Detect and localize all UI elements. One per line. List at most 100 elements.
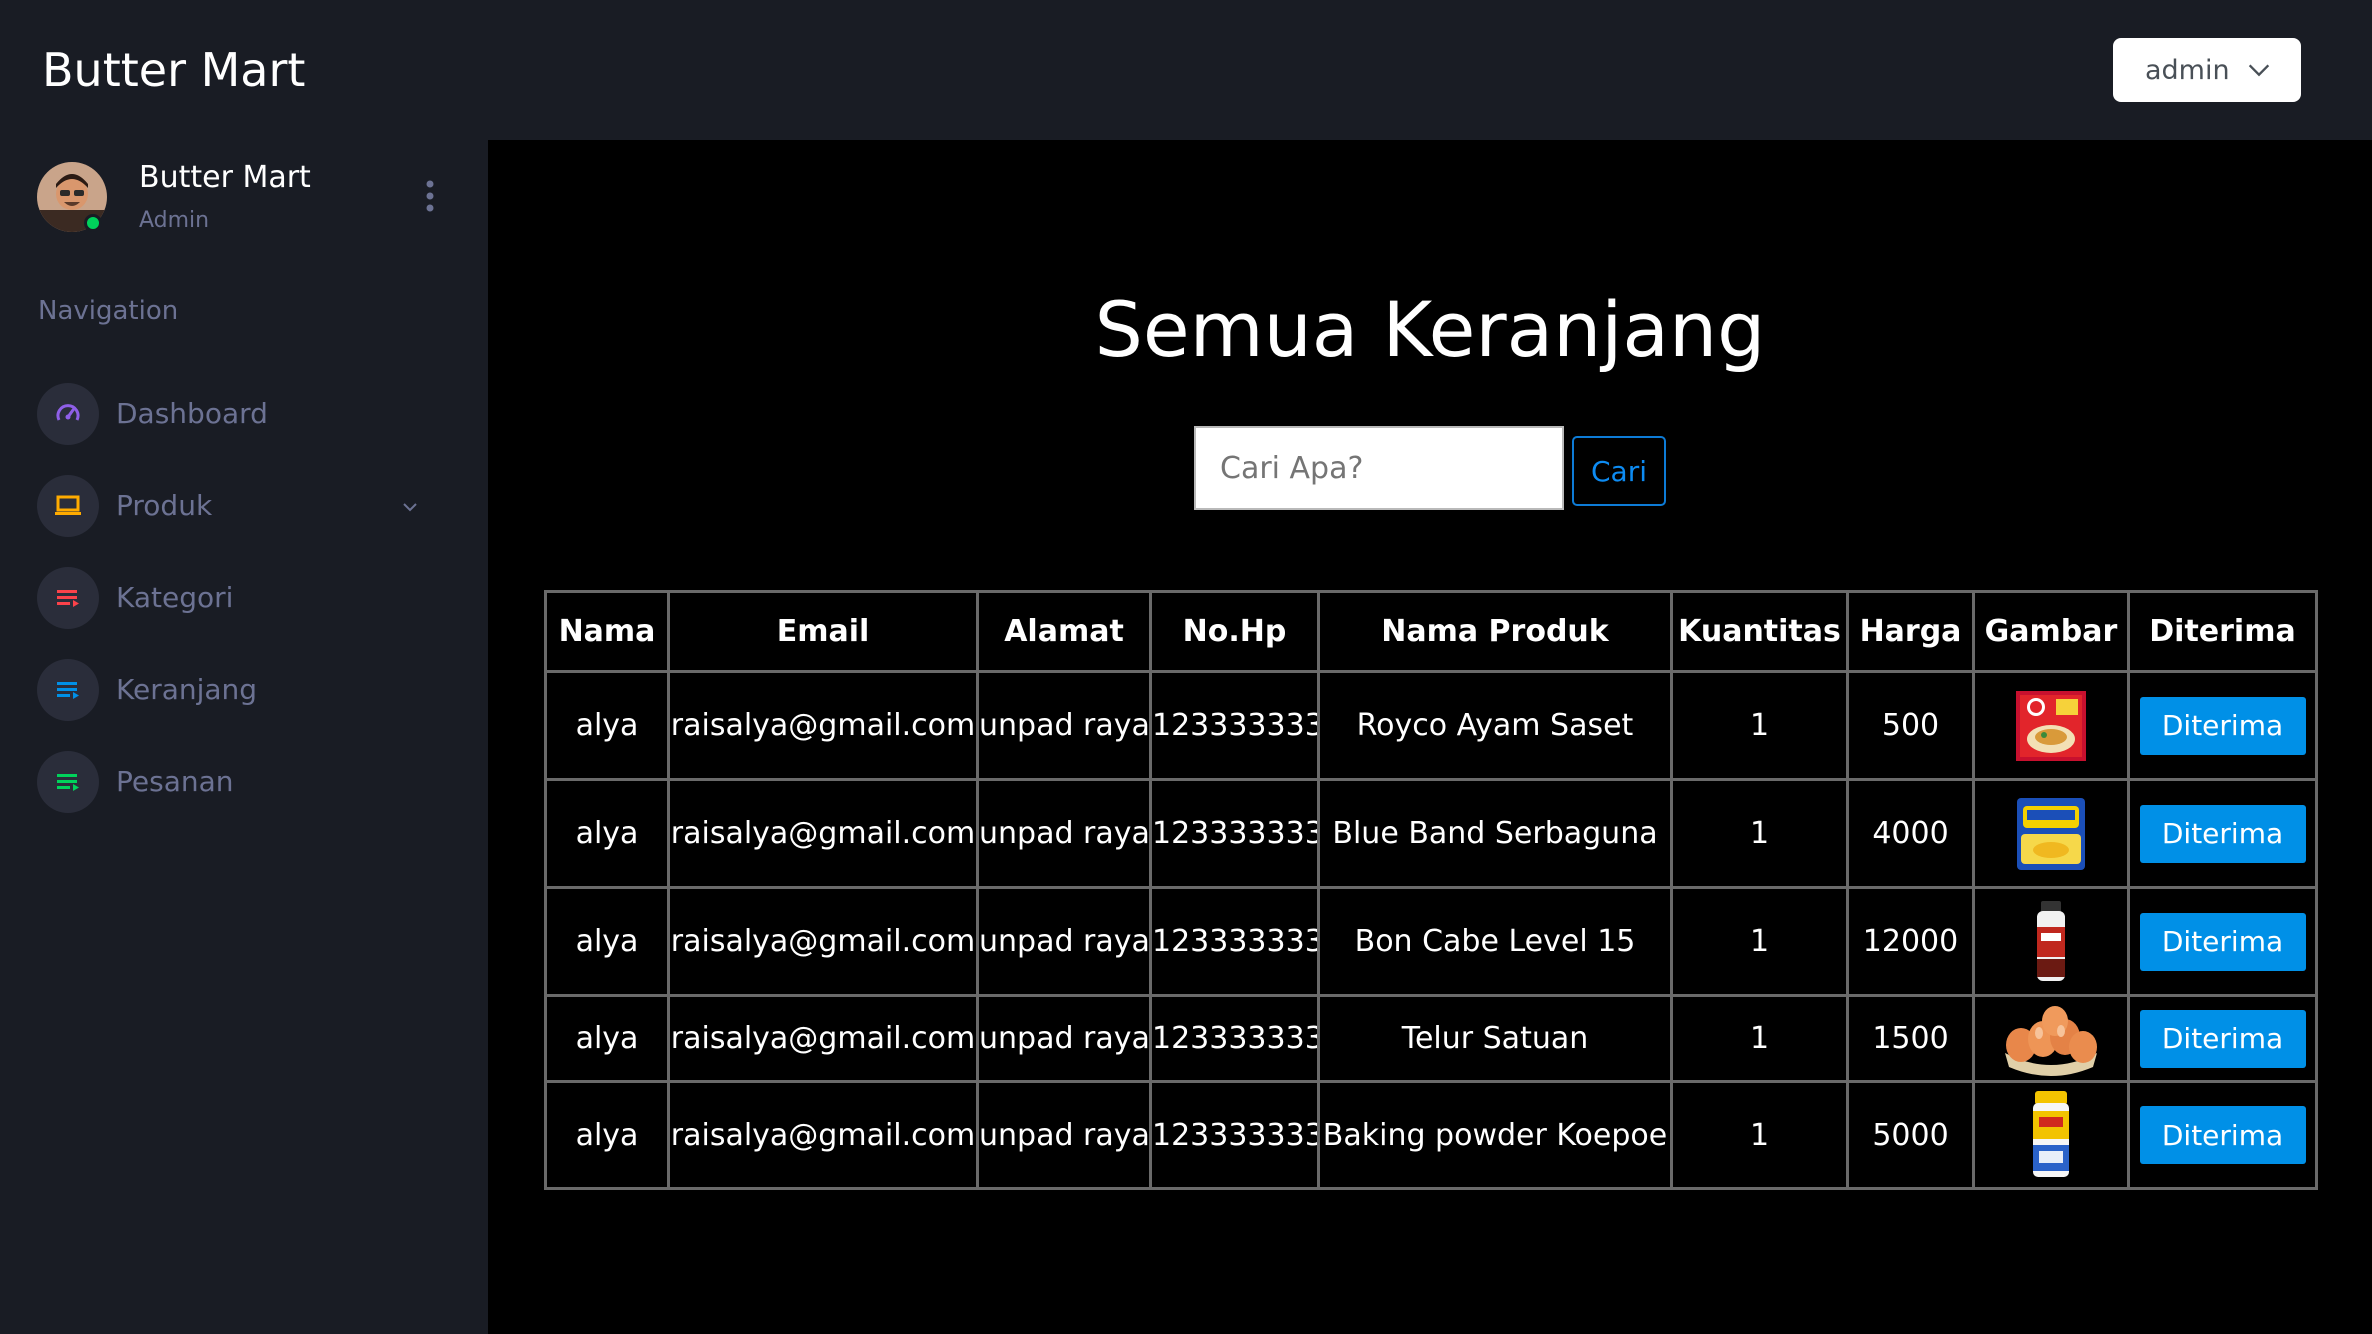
cell-nama-produk: Blue Band Serbaguna <box>1317 778 1673 889</box>
cell-harga: 12000 <box>1846 886 1975 997</box>
cell-harga: 500 <box>1846 670 1975 781</box>
sidebar-item-label: Kategori <box>116 581 234 614</box>
profile-name: Butter Mart <box>139 160 311 195</box>
column-header-nama: Nama <box>544 590 670 673</box>
cell-alamat: unpad raya <box>976 1080 1152 1190</box>
table-row: alya raisalya@gmail.com unpad raya 12333… <box>544 670 2318 781</box>
profile-role: Admin <box>139 208 210 233</box>
eggs-tray-image <box>2005 1005 2097 1076</box>
diterima-button[interactable]: Diterima <box>2139 1009 2306 1068</box>
cell-kuantitas: 1 <box>1670 994 1849 1083</box>
cell-harga: 5000 <box>1846 1080 1975 1190</box>
column-header-email: Email <box>667 590 979 673</box>
cell-nama-produk: Baking powder Koepoe <box>1317 1080 1673 1190</box>
cell-no-hp: 123333333 <box>1149 670 1320 781</box>
chevron-down-icon <box>2248 64 2270 77</box>
cell-email: raisalya@gmail.com <box>667 670 979 781</box>
table-row: alya raisalya@gmail.com unpad raya 12333… <box>544 886 2318 997</box>
column-header-nama-produk: Nama Produk <box>1317 590 1673 673</box>
cell-kuantitas: 1 <box>1670 670 1849 781</box>
column-header-harga: Harga <box>1846 590 1975 673</box>
cell-diterima: Diterima <box>2127 778 2318 889</box>
cell-nama: alya <box>544 1080 670 1190</box>
laptop-icon <box>37 475 99 537</box>
online-status-dot <box>84 214 102 232</box>
column-header-no-hp: No.Hp <box>1149 590 1320 673</box>
column-header-kuantitas: Kuantitas <box>1670 590 1849 673</box>
cell-no-hp: 123333333 <box>1149 994 1320 1083</box>
playlist-icon <box>37 659 99 721</box>
playlist-icon <box>37 751 99 813</box>
brand-logo-text[interactable]: Butter Mart <box>42 38 305 102</box>
sidebar-item-produk[interactable]: Produk <box>37 474 437 538</box>
user-menu-dropdown[interactable]: admin <box>2113 38 2301 102</box>
diterima-button[interactable]: Diterima <box>2139 804 2306 863</box>
chevron-down-icon <box>403 503 417 512</box>
search-input[interactable] <box>1194 426 1564 510</box>
speedometer-icon <box>37 383 99 445</box>
sidebar-item-pesanan[interactable]: Pesanan <box>37 750 437 814</box>
column-header-gambar: Gambar <box>1972 590 2130 673</box>
cell-harga: 4000 <box>1846 778 1975 889</box>
cell-gambar <box>1972 670 2130 781</box>
table-row: alya raisalya@gmail.com unpad raya 12333… <box>544 778 2318 889</box>
cell-kuantitas: 1 <box>1670 1080 1849 1190</box>
diterima-button[interactable]: Diterima <box>2139 912 2306 971</box>
cell-gambar <box>1972 994 2130 1083</box>
cell-nama: alya <box>544 994 670 1083</box>
column-header-diterima: Diterima <box>2127 590 2318 673</box>
cart-table: Nama Email Alamat No.Hp Nama Produk Kuan… <box>544 590 2318 1190</box>
top-navbar: Butter Mart admin <box>0 0 2372 140</box>
blue-band-pack-image <box>2017 797 2085 870</box>
cell-email: raisalya@gmail.com <box>667 778 979 889</box>
cell-kuantitas: 1 <box>1670 778 1849 889</box>
more-vertical-icon[interactable] <box>418 178 442 214</box>
cell-no-hp: 123333333 <box>1149 886 1320 997</box>
cell-kuantitas: 1 <box>1670 886 1849 997</box>
cell-email: raisalya@gmail.com <box>667 994 979 1083</box>
cell-alamat: unpad raya <box>976 778 1152 889</box>
cell-diterima: Diterima <box>2127 670 2318 781</box>
baking-powder-jar-image <box>2033 1091 2069 1177</box>
cell-diterima: Diterima <box>2127 1080 2318 1190</box>
cell-alamat: unpad raya <box>976 670 1152 781</box>
playlist-icon <box>37 567 99 629</box>
cell-nama: alya <box>544 670 670 781</box>
cell-nama-produk: Telur Satuan <box>1317 994 1673 1083</box>
sidebar-item-kategori[interactable]: Kategori <box>37 566 437 630</box>
cell-gambar <box>1972 778 2130 889</box>
cell-gambar <box>1972 886 2130 997</box>
table-row: alya raisalya@gmail.com unpad raya 12333… <box>544 1080 2318 1190</box>
nav-heading: Navigation <box>38 296 179 326</box>
cell-email: raisalya@gmail.com <box>667 886 979 997</box>
sidebar-item-label: Dashboard <box>116 397 268 430</box>
page-title: Semua Keranjang <box>1094 285 1766 374</box>
sidebar-item-label: Pesanan <box>116 765 234 798</box>
sidebar-item-label: Produk <box>116 489 213 522</box>
sidebar-item-label: Keranjang <box>116 673 258 706</box>
search-button[interactable]: Cari <box>1572 436 1666 506</box>
cell-nama: alya <box>544 886 670 997</box>
cell-diterima: Diterima <box>2127 994 2318 1083</box>
cell-harga: 1500 <box>1846 994 1975 1083</box>
table-header-row: Nama Email Alamat No.Hp Nama Produk Kuan… <box>544 590 2318 673</box>
diterima-button[interactable]: Diterima <box>2139 1106 2306 1164</box>
column-header-alamat: Alamat <box>976 590 1152 673</box>
cell-nama-produk: Bon Cabe Level 15 <box>1317 886 1673 997</box>
cell-no-hp: 123333333 <box>1149 1080 1320 1190</box>
sidebar-item-keranjang[interactable]: Keranjang <box>37 658 437 722</box>
cell-alamat: unpad raya <box>976 886 1152 997</box>
user-menu-label: admin <box>2145 54 2230 86</box>
cell-diterima: Diterima <box>2127 886 2318 997</box>
cell-gambar <box>1972 1080 2130 1190</box>
bon-cabe-bottle-image <box>2037 900 2065 981</box>
diterima-button[interactable]: Diterima <box>2139 696 2306 755</box>
cell-nama: alya <box>544 778 670 889</box>
cell-alamat: unpad raya <box>976 994 1152 1083</box>
royco-sachet-image <box>2016 690 2086 761</box>
cell-nama-produk: Royco Ayam Saset <box>1317 670 1673 781</box>
cell-no-hp: 123333333 <box>1149 778 1320 889</box>
cell-email: raisalya@gmail.com <box>667 1080 979 1190</box>
sidebar-item-dashboard[interactable]: Dashboard <box>37 382 437 446</box>
table-row: alya raisalya@gmail.com unpad raya 12333… <box>544 994 2318 1083</box>
